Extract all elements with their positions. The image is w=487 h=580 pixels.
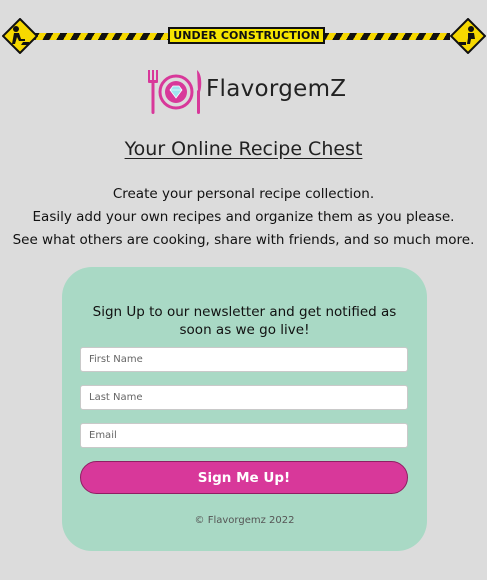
sign-me-up-button[interactable]: Sign Me Up! [80,461,408,494]
newsletter-signup-card: Sign Up to our newsletter and get notifi… [62,267,427,551]
hero-line: See what others are cooking, share with … [12,232,475,248]
under-construction-label: UNDER CONSTRUCTION [168,27,325,44]
last-name-field[interactable] [80,385,408,410]
brand-logo[interactable]: FlavorgemZ [146,66,356,118]
construction-worker-icon [1,17,39,55]
copyright-footer: © Flavorgemz 2022 [194,515,295,526]
page-title: Your Online Recipe Chest [124,138,363,160]
hero-description: Create your personal recipe collection. … [0,183,487,252]
brand-name: FlavorgemZ [206,76,347,102]
construction-worker-icon [449,17,487,55]
first-name-field[interactable] [80,347,408,372]
email-field[interactable] [80,423,408,448]
caution-tape-left [34,33,174,40]
caution-tape-right [322,33,450,40]
hero-line: Easily add your own recipes and organize… [32,209,455,225]
signup-heading: Sign Up to our newsletter and get notifi… [92,304,397,338]
hero-line: Create your personal recipe collection. [112,186,375,202]
under-construction-banner: UNDER CONSTRUCTION [0,17,487,55]
fork-plate-knife-diamond-logo [148,70,202,114]
